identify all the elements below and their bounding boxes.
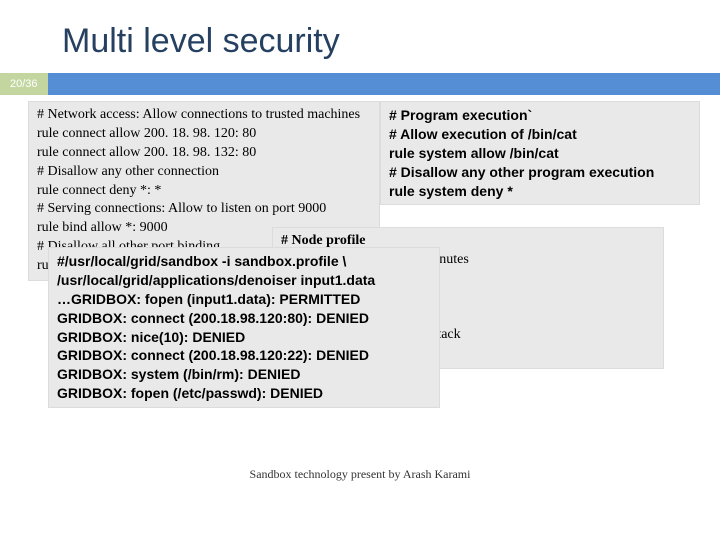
text-span: allow xyxy=(471,145,510,161)
text-line: rule connect allow 200. 18. 98. 132: 80 xyxy=(37,144,371,163)
text-span: GRIDBOX xyxy=(57,347,122,363)
text-span: deny xyxy=(471,183,508,199)
text-line: # Disallow any other program execution xyxy=(389,163,691,182)
text-line: # Serving connections: Allow to listen o… xyxy=(37,200,371,219)
text-line: rule system deny * xyxy=(389,182,691,201)
text-line: # Allow execution of /bin/cat xyxy=(389,125,691,144)
text-span: GRIDBOX xyxy=(57,385,122,401)
text-line: #/usr/local/grid/sandbox -i sandbox.prof… xyxy=(57,252,431,271)
text-line: GRIDBOX: system (/bin/rm): DENIED xyxy=(57,365,431,384)
program-execution-box: # Program execution` # Allow execution o… xyxy=(380,101,700,205)
text-line: /usr/local/grid/applications/denoiser in… xyxy=(57,271,431,290)
text-span: system xyxy=(419,145,471,161)
text-span: : fopen (/etc/passwd): DENIED xyxy=(122,385,323,401)
footer-text: Sandbox technology present by Arash Kara… xyxy=(0,467,720,482)
gridbox-log-box: #/usr/local/grid/sandbox -i sandbox.prof… xyxy=(48,247,440,408)
text-span: GRIDBOX xyxy=(57,329,122,345)
text-span: : nice(10): DENIED xyxy=(122,329,245,345)
text-line: rule system allow /bin/cat xyxy=(389,144,691,163)
text-span: GRIDBOX xyxy=(57,366,122,382)
text-span: : system (/bin/rm): DENIED xyxy=(122,366,300,382)
text-line: # Network access: Allow connections to t… xyxy=(37,106,371,125)
text-line: GRIDBOX: fopen (/etc/passwd): DENIED xyxy=(57,384,431,403)
text-span: rule xyxy=(389,183,419,199)
text-line: # Program execution` xyxy=(389,106,691,125)
text-line: rule connect deny *: * xyxy=(37,182,371,201)
text-span: : connect (200.18.98.120:22): DENIED xyxy=(122,347,369,363)
text-span: GRIDBOX xyxy=(57,310,122,326)
slide-content: # Network access: Allow connections to t… xyxy=(0,95,720,103)
text-line: # Disallow any other connection xyxy=(37,163,371,182)
text-line: GRIDBOX: nice(10): DENIED xyxy=(57,328,431,347)
text-span: * xyxy=(507,183,512,199)
text-line: rule connect allow 200. 18. 98. 120: 80 xyxy=(37,125,371,144)
text-span: rule xyxy=(389,145,419,161)
text-line: …GRIDBOX: fopen (input1.data): PERMITTED xyxy=(57,290,431,309)
text-span: … xyxy=(57,291,71,307)
text-line: GRIDBOX: connect (200.18.98.120:80): DEN… xyxy=(57,309,431,328)
text-span: : fopen (input1.data): PERMITTED xyxy=(136,291,360,307)
text-span: system xyxy=(419,183,471,199)
text-span: GRIDBOX xyxy=(71,291,136,307)
text-span: : connect (200.18.98.120:80): DENIED xyxy=(122,310,369,326)
page-number-badge: 20/36 xyxy=(0,73,48,95)
text-span: /bin/cat xyxy=(510,145,559,161)
text-line: GRIDBOX: connect (200.18.98.120:22): DEN… xyxy=(57,346,431,365)
slide-title: Multi level security xyxy=(0,0,720,73)
header-stripe: 20/36 xyxy=(0,73,720,95)
